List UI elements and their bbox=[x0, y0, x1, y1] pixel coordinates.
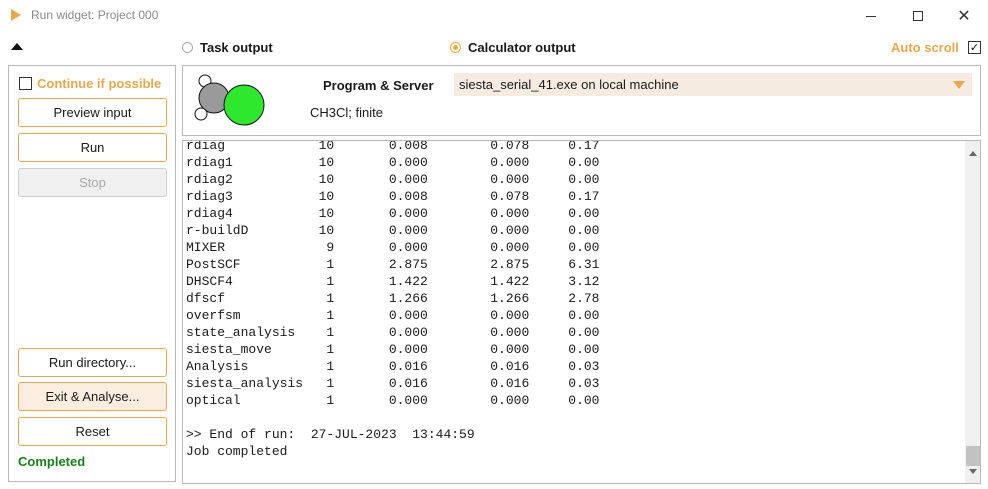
log-line: siesta_move 1 0.000 0.000 0.00 bbox=[186, 342, 600, 357]
preview-input-button[interactable]: Preview input bbox=[18, 98, 167, 127]
log-line: PostSCF 1 2.875 2.875 6.31 bbox=[186, 257, 600, 272]
run-controls-panel: Continue if possible Preview input Run S… bbox=[8, 65, 176, 482]
log-line: overfsm 1 0.000 0.000 0.00 bbox=[186, 308, 600, 323]
minimize-button[interactable] bbox=[848, 0, 894, 32]
chlorine-atom bbox=[223, 84, 265, 126]
continue-if-possible-label[interactable]: Continue if possible bbox=[37, 76, 161, 91]
continue-if-possible-checkbox[interactable] bbox=[19, 77, 32, 90]
molecule-icon bbox=[194, 74, 265, 126]
play-icon bbox=[11, 9, 21, 21]
auto-scroll-checkbox[interactable]: ✓ bbox=[968, 41, 981, 54]
log-line: rdiag3 10 0.008 0.078 0.17 bbox=[186, 189, 600, 204]
task-output-radio[interactable] bbox=[182, 42, 193, 53]
calculator-output-log[interactable]: rdiag 10 0.008 0.078 0.17 rdiag1 10 0.000… bbox=[182, 140, 981, 484]
log-line: rdiag2 10 0.000 0.000 0.00 bbox=[186, 172, 600, 187]
end-of-run-line: >> End of run: 27-JUL-2023 13:44:59 bbox=[186, 427, 475, 442]
calculator-output-label[interactable]: Calculator output bbox=[468, 40, 576, 55]
reset-button[interactable]: Reset bbox=[18, 417, 167, 446]
task-output-label[interactable]: Task output bbox=[200, 40, 273, 55]
log-line: rdiag 10 0.008 0.078 0.17 bbox=[186, 140, 600, 153]
log-line: siesta_analysis 1 0.016 0.016 0.03 bbox=[186, 376, 600, 391]
log-line: MIXER 9 0.000 0.000 0.00 bbox=[186, 240, 600, 255]
minimize-icon bbox=[866, 15, 876, 17]
close-button[interactable]: ✕ bbox=[941, 0, 987, 32]
exit-analyse-button[interactable]: Exit & Analyse... bbox=[18, 382, 167, 411]
run-status: Completed bbox=[18, 454, 86, 469]
title-bar: Run widget: Project 000 ✕ bbox=[0, 0, 988, 32]
check-icon: ✓ bbox=[969, 41, 980, 54]
program-panel: Program & Server siesta_serial_41.exe on… bbox=[182, 65, 981, 136]
log-line: state_analysis 1 0.000 0.000 0.00 bbox=[186, 325, 600, 340]
window-title: Run widget: Project 000 bbox=[31, 8, 159, 22]
job-status-line: Job completed bbox=[186, 444, 288, 459]
log-blank-line bbox=[186, 409, 599, 426]
stop-button[interactable]: Stop bbox=[18, 168, 167, 197]
chevron-down-icon bbox=[953, 81, 965, 89]
log-line: Analysis 1 0.016 0.016 0.03 bbox=[186, 359, 600, 374]
scroll-thumb[interactable] bbox=[966, 446, 980, 466]
vertical-scrollbar[interactable] bbox=[965, 141, 980, 483]
log-line: r-buildD 10 0.000 0.000 0.00 bbox=[186, 223, 600, 238]
hydrogen-atom-bottom bbox=[194, 107, 208, 121]
auto-scroll-label: Auto scroll bbox=[891, 40, 959, 55]
scroll-down-icon[interactable] bbox=[969, 469, 977, 474]
close-icon: ✕ bbox=[957, 6, 971, 25]
calculator-output-radio[interactable] bbox=[450, 42, 461, 53]
run-button[interactable]: Run bbox=[18, 133, 167, 162]
run-directory-button[interactable]: Run directory... bbox=[18, 348, 167, 377]
maximize-button[interactable] bbox=[895, 0, 941, 32]
maximize-icon bbox=[913, 11, 923, 21]
log-line: rdiag4 10 0.000 0.000 0.00 bbox=[186, 206, 600, 221]
log-line: dfscf 1 1.266 1.266 2.78 bbox=[186, 291, 600, 306]
log-line: DHSCF4 1 1.422 1.422 3.12 bbox=[186, 274, 600, 289]
log-line: rdiag1 10 0.000 0.000 0.00 bbox=[186, 155, 600, 170]
program-server-value: siesta_serial_41.exe on local machine bbox=[459, 77, 679, 92]
scroll-up-icon[interactable] bbox=[969, 151, 977, 156]
program-server-select[interactable]: siesta_serial_41.exe on local machine bbox=[454, 73, 972, 96]
collapse-panel-icon[interactable] bbox=[11, 43, 23, 50]
program-server-label: Program & Server bbox=[323, 78, 434, 93]
molecule-description: CH3Cl; finite bbox=[310, 105, 383, 120]
output-text: rdiag 10 0.008 0.078 0.17 rdiag1 10 0.000… bbox=[186, 140, 600, 460]
log-line: optical 1 0.000 0.000 0.00 bbox=[186, 393, 600, 408]
